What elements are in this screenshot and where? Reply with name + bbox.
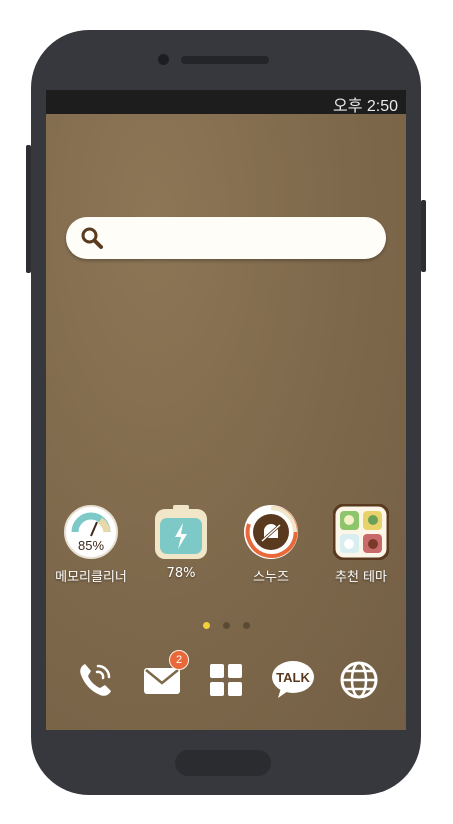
app-grid-icon: [210, 664, 242, 696]
search-icon: [81, 227, 103, 249]
page-indicator: [46, 622, 406, 632]
status-time: 오후 2:50: [332, 98, 398, 115]
dock-browser[interactable]: [337, 658, 381, 702]
home-screen: 오후 2:50 85% 메모리클리너 78% 스누즈 추천 테마 2 TALK: [46, 90, 406, 730]
home-button[interactable]: [175, 750, 271, 776]
page-dot[interactable]: [223, 622, 230, 629]
app-row: 85% 메모리클리너 78% 스누즈 추천 테마: [46, 504, 406, 585]
front-camera: [158, 54, 169, 65]
app-label: 추천 테마: [335, 570, 387, 585]
talk-bubble-icon: TALK: [272, 661, 314, 698]
snooze-bell-off-icon: [244, 505, 298, 559]
status-bar: 오후 2:50: [46, 90, 406, 115]
battery-icon: [155, 505, 207, 559]
dock: 2 TALK: [46, 650, 406, 708]
memory-gauge-icon: 85%: [64, 505, 118, 559]
earpiece-speaker: [181, 56, 269, 64]
phone-frame: 오후 2:50 85% 메모리클리너 78% 스누즈 추천 테마 2 TALK: [31, 30, 421, 795]
theme-folder-icon: [333, 504, 389, 560]
globe-icon: [340, 661, 378, 699]
dock-app-drawer[interactable]: [204, 658, 248, 702]
app-label: 메모리클리너: [55, 570, 127, 585]
dock-messages[interactable]: 2: [140, 650, 189, 702]
talk-text: TALK: [276, 670, 310, 685]
volume-button[interactable]: [26, 145, 31, 273]
memory-percent: 85%: [78, 538, 104, 553]
page-dot[interactable]: [243, 622, 250, 629]
search-bar[interactable]: [66, 217, 386, 259]
unread-badge: 2: [169, 650, 189, 670]
app-label: 78%: [166, 566, 196, 581]
power-button[interactable]: [421, 200, 426, 272]
dock-kakaotalk[interactable]: TALK: [270, 658, 314, 702]
page-dot-active[interactable]: [203, 622, 210, 629]
dock-phone[interactable]: [73, 658, 117, 702]
phone-icon: [80, 664, 111, 696]
app-label: 스누즈: [253, 570, 289, 585]
